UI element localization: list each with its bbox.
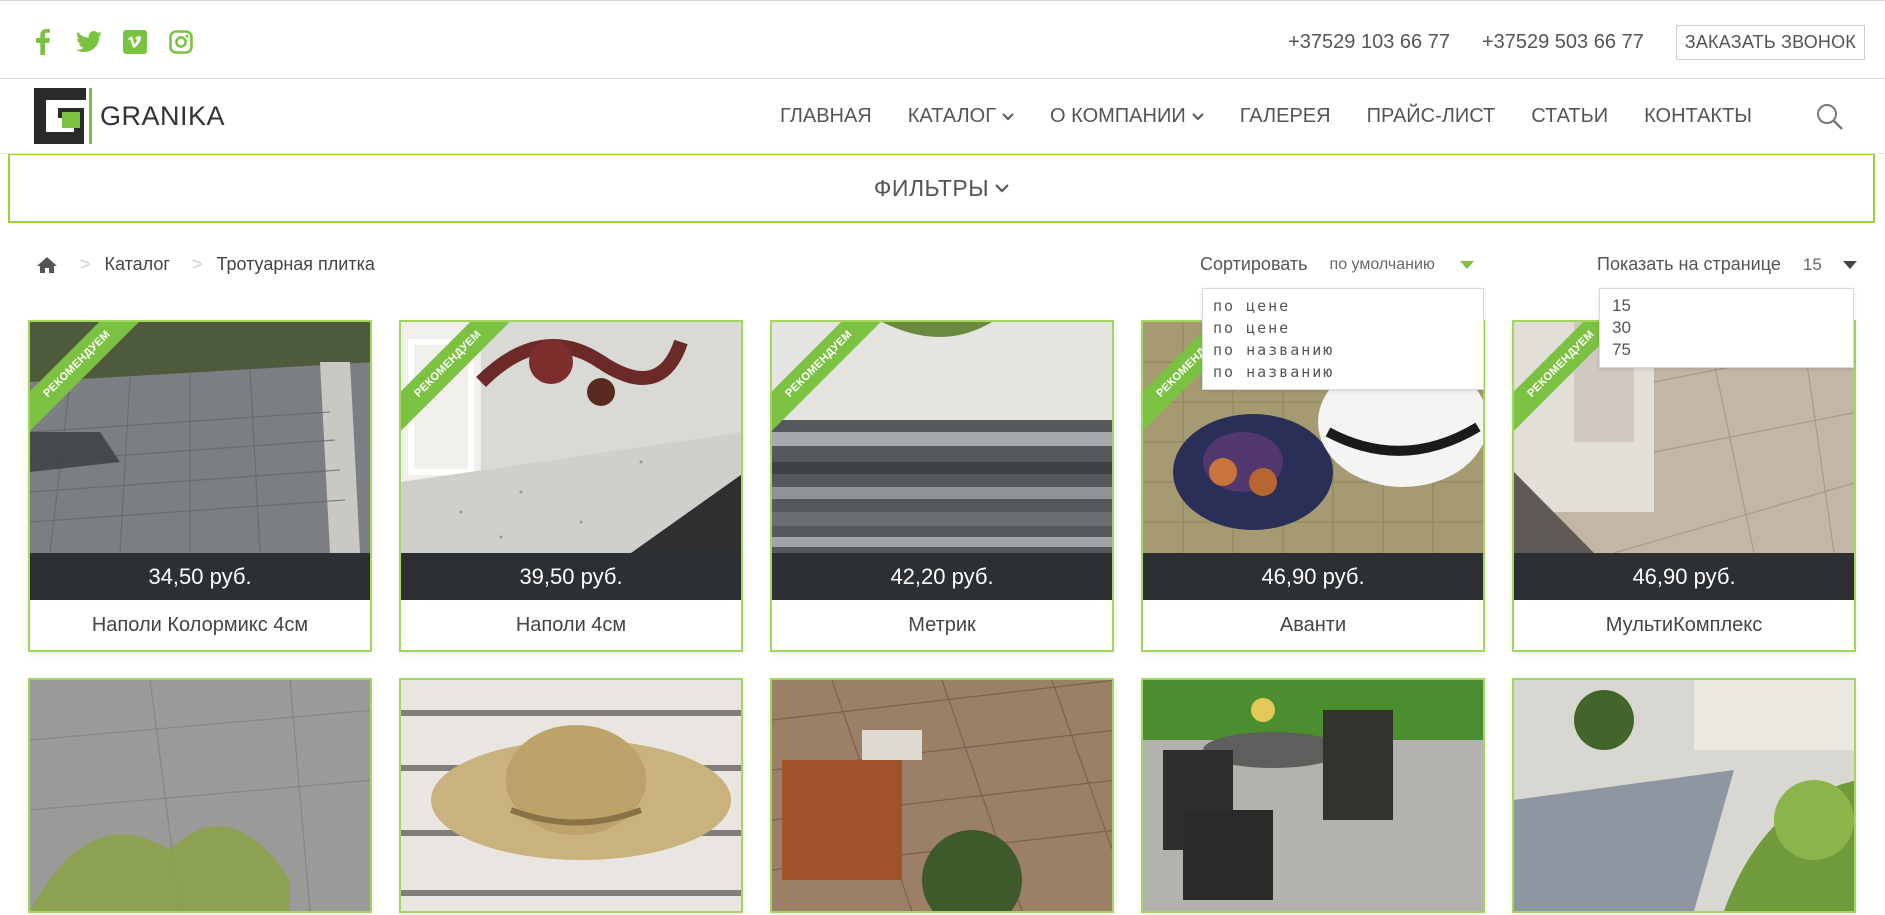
sort-dropdown-arrow-icon[interactable] (1459, 260, 1474, 269)
chevron-down-icon (995, 184, 1009, 193)
perpage-control: Показать на странице 15 (1597, 254, 1857, 275)
product-image[interactable] (772, 680, 1112, 911)
product-image[interactable]: РЕКОМЕНДУЕМ (772, 322, 1112, 553)
perpage-label: Показать на странице (1597, 254, 1781, 274)
product-card[interactable] (1141, 678, 1485, 913)
instagram-icon[interactable] (168, 29, 194, 55)
facebook-icon[interactable] (30, 29, 56, 55)
product-name[interactable]: Наполи Колормикс 4см (30, 600, 370, 650)
perpage-option[interactable]: 15 (1612, 295, 1841, 317)
main-header: GRANIKA ГЛАВНАЯ КАТАЛОГ О КОМПАНИИ ГАЛЕР… (0, 80, 1885, 154)
product-image[interactable]: РЕКОМЕНДУЕМ (30, 322, 370, 553)
nav-contacts[interactable]: КОНТАКТЫ (1626, 105, 1770, 128)
search-icon[interactable] (1815, 102, 1845, 132)
twitter-icon[interactable] (76, 29, 102, 55)
logo[interactable]: GRANIKA (34, 88, 225, 144)
sort-options: по цене по цене по названию по названию (1202, 288, 1484, 390)
nav-gallery[interactable]: ГАЛЕРЕЯ (1222, 105, 1349, 128)
product-card[interactable]: РЕКОМЕНДУЕМ 42,20 руб. Метрик (770, 320, 1114, 652)
crumb-current: Тротуарная плитка (216, 254, 375, 274)
product-image[interactable] (1143, 680, 1483, 911)
product-image[interactable]: РЕКОМЕНДУЕМ (401, 322, 741, 553)
product-name[interactable]: МультиКомплекс (1514, 600, 1854, 650)
sort-option[interactable]: по названию (1213, 361, 1473, 383)
chevron-down-icon (1002, 112, 1014, 120)
product-card[interactable] (28, 678, 372, 913)
nav-about[interactable]: О КОМПАНИИ (1032, 105, 1222, 128)
product-price: 46,90 руб. (1143, 553, 1483, 600)
nav-catalog[interactable]: КАТАЛОГ (890, 105, 1032, 128)
contact-phones: +37529 103 66 77 +37529 503 66 77 ЗАКАЗА… (1288, 25, 1865, 60)
main-nav: ГЛАВНАЯ КАТАЛОГ О КОМПАНИИ ГАЛЕРЕЯ ПРАЙС… (762, 105, 1770, 128)
perpage-option[interactable]: 30 (1612, 317, 1841, 339)
chevron-down-icon (1192, 112, 1204, 120)
product-card[interactable] (399, 678, 743, 913)
product-name[interactable]: Метрик (772, 600, 1112, 650)
sort-option[interactable]: по цене (1213, 295, 1473, 317)
product-image[interactable] (401, 680, 741, 911)
product-image[interactable] (30, 680, 370, 911)
breadcrumb: > Каталог > Тротуарная плитка (36, 254, 375, 275)
callback-button[interactable]: ЗАКАЗАТЬ ЗВОНОК (1675, 25, 1865, 60)
product-image[interactable] (1514, 680, 1854, 911)
product-card[interactable]: РЕКОМЕНДУЕМ 39,50 руб. Наполи 4см (399, 320, 743, 652)
crumb-catalog[interactable]: Каталог (105, 254, 170, 275)
product-card[interactable] (770, 678, 1114, 913)
sort-option[interactable]: по названию (1213, 339, 1473, 361)
phone-1[interactable]: +37529 103 66 77 (1288, 31, 1450, 54)
sort-label: Сортировать (1200, 254, 1308, 274)
logo-icon (34, 88, 92, 144)
crumb-separator: > (191, 254, 203, 274)
sort-control: Сортировать по умолчанию (1200, 254, 1474, 275)
product-card[interactable] (1512, 678, 1856, 913)
top-bar: +37529 103 66 77 +37529 503 66 77 ЗАКАЗА… (0, 0, 1885, 79)
home-icon[interactable] (36, 256, 58, 274)
nav-articles[interactable]: СТАТЬИ (1513, 105, 1626, 128)
sort-option[interactable]: по цене (1213, 317, 1473, 339)
product-price: 46,90 руб. (1514, 553, 1854, 600)
phone-2[interactable]: +37529 503 66 77 (1482, 31, 1644, 54)
product-price: 34,50 руб. (30, 553, 370, 600)
product-card[interactable]: РЕКОМЕНДУЕМ 34,50 руб. Наполи Колормикс … (28, 320, 372, 652)
product-name[interactable]: Аванти (1143, 600, 1483, 650)
product-price: 42,20 руб. (772, 553, 1112, 600)
perpage-option[interactable]: 75 (1612, 339, 1841, 361)
product-name[interactable]: Наполи 4см (401, 600, 741, 650)
perpage-dropdown-arrow-icon[interactable] (1842, 260, 1857, 269)
social-links (30, 29, 194, 55)
filters-panel: ФИЛЬТРЫ (8, 154, 1875, 223)
product-price: 39,50 руб. (401, 553, 741, 600)
nav-pricelist[interactable]: ПРАЙС-ЛИСТ (1349, 105, 1514, 128)
filters-toggle[interactable]: ФИЛЬТРЫ (874, 175, 1009, 202)
sort-select[interactable]: по умолчанию (1330, 256, 1460, 274)
nav-home[interactable]: ГЛАВНАЯ (762, 105, 890, 128)
logo-text: GRANIKA (100, 100, 226, 131)
vimeo-icon[interactable] (122, 29, 148, 55)
perpage-select[interactable]: 15 (1803, 255, 1843, 275)
product-card[interactable]: РЕКОМЕНДУЕМ 46,90 руб. МультиКомплекс (1512, 320, 1856, 652)
perpage-options: 15 30 75 (1599, 288, 1854, 368)
crumb-separator: > (80, 254, 91, 274)
